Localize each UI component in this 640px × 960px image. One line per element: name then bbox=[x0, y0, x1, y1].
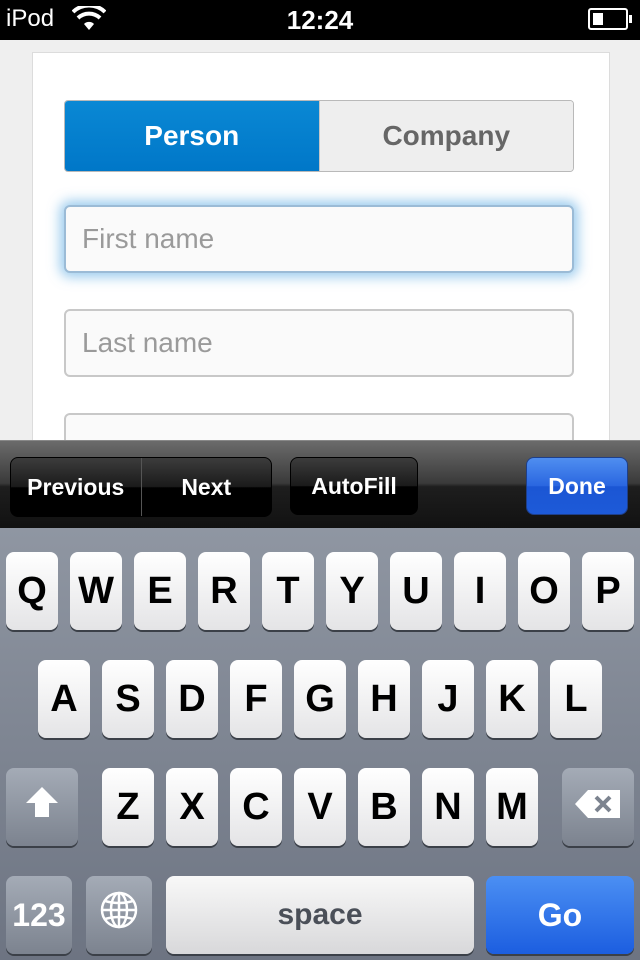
status-bar: iPod 12:24 bbox=[0, 0, 640, 40]
key-s[interactable]: S bbox=[102, 660, 154, 738]
key-q[interactable]: Q bbox=[6, 552, 58, 630]
key-m[interactable]: M bbox=[486, 768, 538, 846]
clock: 12:24 bbox=[286, 5, 354, 35]
form-accessory-bar: Previous Next AutoFill Done bbox=[0, 440, 640, 529]
key-j[interactable]: J bbox=[422, 660, 474, 738]
next-button[interactable]: Next bbox=[140, 458, 272, 516]
key-x[interactable]: X bbox=[166, 768, 218, 846]
globe-key[interactable] bbox=[86, 876, 152, 954]
shift-key[interactable] bbox=[6, 768, 78, 846]
entity-type-segmented-control: Person Company bbox=[64, 100, 574, 172]
segment-company[interactable]: Company bbox=[318, 101, 573, 171]
key-d[interactable]: D bbox=[166, 660, 218, 738]
globe-icon bbox=[99, 890, 139, 940]
shift-icon bbox=[24, 785, 60, 829]
autofill-button[interactable]: AutoFill bbox=[290, 457, 418, 515]
previous-button[interactable]: Previous bbox=[11, 458, 141, 516]
key-v[interactable]: V bbox=[294, 768, 346, 846]
space-key[interactable]: space bbox=[166, 876, 474, 954]
key-u[interactable]: U bbox=[390, 552, 442, 630]
backspace-icon bbox=[574, 786, 622, 829]
key-o[interactable]: O bbox=[518, 552, 570, 630]
segment-person[interactable]: Person bbox=[65, 101, 319, 171]
key-n[interactable]: N bbox=[422, 768, 474, 846]
first-name-field bbox=[64, 205, 574, 273]
key-w[interactable]: W bbox=[70, 552, 122, 630]
key-a[interactable]: A bbox=[38, 660, 90, 738]
last-name-field bbox=[64, 309, 574, 377]
key-e[interactable]: E bbox=[134, 552, 186, 630]
key-k[interactable]: K bbox=[486, 660, 538, 738]
key-z[interactable]: Z bbox=[102, 768, 154, 846]
key-t[interactable]: T bbox=[262, 552, 314, 630]
key-l[interactable]: L bbox=[550, 660, 602, 738]
key-i[interactable]: I bbox=[454, 552, 506, 630]
key-g[interactable]: G bbox=[294, 660, 346, 738]
key-y[interactable]: Y bbox=[326, 552, 378, 630]
done-button[interactable]: Done bbox=[526, 457, 628, 515]
key-b[interactable]: B bbox=[358, 768, 410, 846]
key-r[interactable]: R bbox=[198, 552, 250, 630]
key-f[interactable]: F bbox=[230, 660, 282, 738]
numbers-key[interactable]: 123 bbox=[6, 876, 72, 954]
previous-next-control: Previous Next bbox=[10, 457, 272, 517]
last-name-input[interactable] bbox=[66, 311, 572, 375]
first-name-input[interactable] bbox=[66, 207, 572, 271]
key-p[interactable]: P bbox=[582, 552, 634, 630]
key-h[interactable]: H bbox=[358, 660, 410, 738]
address-field bbox=[64, 413, 574, 440]
key-c[interactable]: C bbox=[230, 768, 282, 846]
backspace-key[interactable] bbox=[562, 768, 634, 846]
address-input[interactable] bbox=[66, 415, 572, 440]
keyboard: Q W E R T Y U I O P A S D F G H J K L Z … bbox=[0, 528, 640, 960]
battery-icon bbox=[588, 8, 632, 30]
go-key[interactable]: Go bbox=[486, 876, 634, 954]
